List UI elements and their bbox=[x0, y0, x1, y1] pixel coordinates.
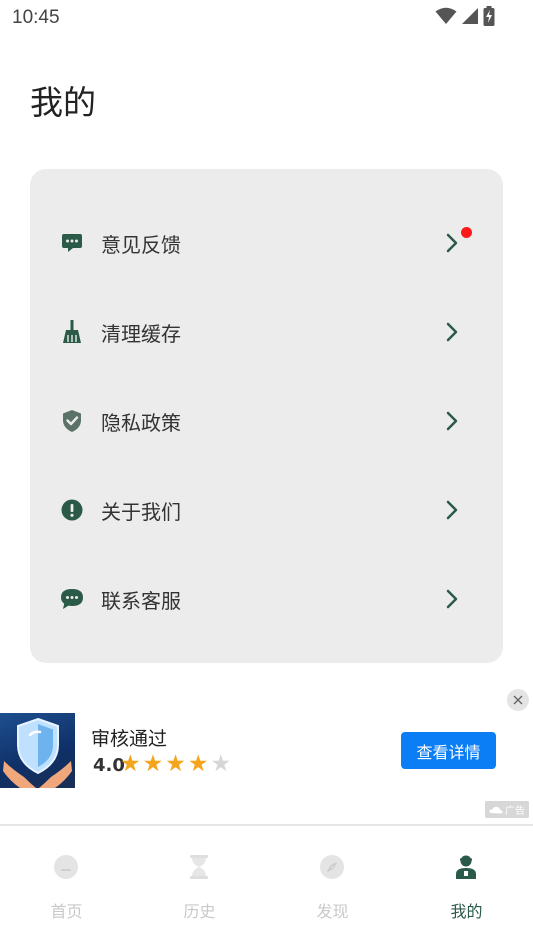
info-exclamation-icon bbox=[60, 498, 84, 522]
tab-label: 首页 bbox=[50, 902, 83, 921]
shield-hands-icon bbox=[3, 717, 72, 788]
tab-label: 发现 bbox=[316, 902, 349, 921]
menu-item-privacy-policy[interactable]: 隐私政策 bbox=[30, 391, 503, 451]
ad-image[interactable] bbox=[0, 713, 75, 788]
status-time: 10:45 bbox=[12, 7, 60, 28]
star-empty-icon: ★ bbox=[210, 751, 232, 777]
chevron-right-icon bbox=[442, 409, 462, 433]
cloud-icon bbox=[489, 806, 503, 813]
compass-icon bbox=[318, 853, 346, 881]
star-filled-icon: ★ bbox=[120, 751, 141, 777]
customer-service-chat-icon bbox=[60, 587, 84, 611]
wifi-icon bbox=[435, 7, 457, 24]
ad-label-tag: 广告 bbox=[485, 801, 529, 818]
bottom-tab-bar: 首页 历史 发现 我的 bbox=[0, 824, 533, 947]
menu-item-label: 清理缓存 bbox=[101, 321, 181, 346]
menu-item-clear-cache[interactable]: 清理缓存 bbox=[30, 302, 503, 362]
ad-star-rating: ★ ★ ★ ★ ★ bbox=[120, 752, 231, 776]
menu-item-feedback[interactable]: 意见反馈 bbox=[30, 213, 503, 273]
ad-view-details-button[interactable]: 查看详情 bbox=[401, 732, 496, 769]
star-filled-icon: ★ bbox=[187, 751, 209, 777]
feedback-chat-icon bbox=[60, 231, 84, 255]
status-icons bbox=[435, 6, 495, 26]
tab-label: 历史 bbox=[183, 902, 216, 921]
chevron-right-icon bbox=[442, 231, 462, 255]
chevron-right-icon bbox=[442, 587, 462, 611]
cellular-signal-icon bbox=[462, 8, 478, 24]
ad-close-button[interactable] bbox=[507, 689, 529, 711]
chevron-right-icon bbox=[442, 320, 462, 344]
hourglass-icon bbox=[185, 853, 213, 881]
menu-item-label: 联系客服 bbox=[101, 588, 181, 613]
menu-item-label: 隐私政策 bbox=[101, 410, 181, 435]
status-bar: 10:45 bbox=[0, 0, 533, 36]
star-filled-icon: ★ bbox=[165, 751, 186, 777]
profile-icon bbox=[452, 853, 480, 881]
chevron-right-icon bbox=[442, 498, 462, 522]
tab-label: 我的 bbox=[450, 902, 483, 921]
ad-title: 审核通过 bbox=[91, 728, 168, 750]
home-icon bbox=[52, 853, 80, 881]
ad-tag-label: 广告 bbox=[505, 806, 525, 817]
menu-item-customer-service[interactable]: 联系客服 bbox=[30, 569, 503, 629]
shield-check-icon bbox=[60, 409, 84, 433]
tab-mine[interactable]: 我的 bbox=[400, 826, 533, 947]
star-filled-icon: ★ bbox=[142, 751, 164, 777]
close-icon bbox=[513, 695, 523, 705]
tab-home[interactable]: 首页 bbox=[0, 826, 133, 947]
battery-charging-icon bbox=[483, 6, 495, 26]
settings-menu-card: 意见反馈 清理缓存 隐私政策 关于我们 联系客服 bbox=[30, 169, 503, 663]
notification-badge bbox=[461, 227, 472, 238]
menu-item-about-us[interactable]: 关于我们 bbox=[30, 480, 503, 540]
page-title: 我的 bbox=[30, 83, 96, 122]
menu-item-label: 关于我们 bbox=[101, 499, 181, 524]
ad-banner[interactable]: 审核通过 4.0 ★ ★ ★ ★ ★ 查看详情 广告 bbox=[0, 688, 533, 823]
tab-history[interactable]: 历史 bbox=[133, 826, 266, 947]
menu-item-label: 意见反馈 bbox=[101, 232, 181, 257]
broom-icon bbox=[60, 320, 84, 344]
tab-discover[interactable]: 发现 bbox=[266, 826, 399, 947]
